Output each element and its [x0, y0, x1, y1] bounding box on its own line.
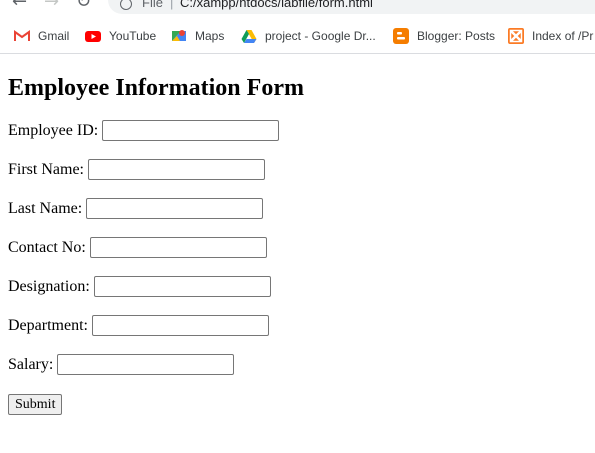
salary-label: Salary: — [8, 355, 54, 373]
bookmark-label: Maps — [195, 29, 225, 43]
info-icon[interactable] — [120, 0, 132, 10]
contact-no-input[interactable] — [89, 237, 267, 258]
browser-toolbar: ← → ↻ File | C:/xampp/htdocs/labfile/for… — [0, 0, 595, 20]
google-drive-icon — [241, 30, 257, 43]
bookmark-label: YouTube — [109, 29, 157, 43]
bookmark-blogger[interactable]: Blogger: Posts — [393, 27, 495, 45]
salary-row: Salary: — [8, 354, 235, 375]
youtube-icon — [85, 31, 101, 42]
department-input[interactable] — [91, 315, 269, 336]
designation-label: Designation: — [8, 277, 90, 295]
contact-no-row: Contact No: — [8, 237, 267, 258]
bookmark-label: Index of /Pr — [532, 29, 594, 43]
employee-id-input[interactable] — [102, 120, 280, 141]
submit-button[interactable]: Submit — [8, 394, 63, 415]
first-name-row: First Name: — [8, 159, 265, 180]
designation-row: Designation: — [8, 276, 271, 297]
gmail-icon — [14, 30, 30, 41]
contact-no-label: Contact No: — [8, 238, 86, 256]
last-name-input[interactable] — [86, 198, 264, 219]
employee-id-label: Employee ID: — [8, 121, 99, 139]
page-title: Employee Information Form — [8, 75, 304, 101]
bookmark-label: Gmail — [38, 29, 70, 43]
designation-input[interactable] — [93, 276, 271, 297]
first-name-label: First Name: — [8, 160, 84, 178]
bookmark-project-drive[interactable]: project - Google Dr... — [241, 27, 376, 45]
reload-icon[interactable]: ↻ — [76, 0, 91, 12]
department-row: Department: — [8, 315, 269, 336]
bookmark-label: Blogger: Posts — [417, 29, 496, 43]
employee-id-row: Employee ID: — [8, 120, 280, 141]
bookmarks-bar: Gmail YouTube Maps project - Google Dr..… — [0, 20, 595, 54]
first-name-input[interactable] — [88, 159, 265, 180]
scheme-label: File — [142, 0, 163, 10]
url-text[interactable]: C:/xampp/htdocs/labfile/form.html — [180, 0, 373, 10]
bookmark-youtube[interactable]: YouTube — [85, 27, 156, 45]
back-arrow-icon[interactable]: ← — [12, 0, 27, 12]
maps-icon — [172, 30, 186, 41]
department-label: Department: — [8, 316, 88, 334]
bookmark-index-of[interactable]: Index of /Pr — [508, 27, 593, 45]
scheme-separator: | — [170, 0, 174, 10]
xampp-icon — [508, 28, 524, 44]
last-name-label: Last Name: — [8, 199, 83, 217]
bookmark-label: project - Google Dr... — [265, 29, 376, 43]
bookmark-maps[interactable]: Maps — [171, 27, 224, 45]
bookmark-gmail[interactable]: Gmail — [14, 27, 69, 45]
last-name-row: Last Name: — [8, 198, 264, 219]
salary-input[interactable] — [57, 354, 235, 375]
forward-arrow-icon[interactable]: → — [44, 0, 59, 12]
blogger-icon — [393, 28, 409, 44]
address-bar[interactable]: File | C:/xampp/htdocs/labfile/form.html — [108, 0, 595, 14]
